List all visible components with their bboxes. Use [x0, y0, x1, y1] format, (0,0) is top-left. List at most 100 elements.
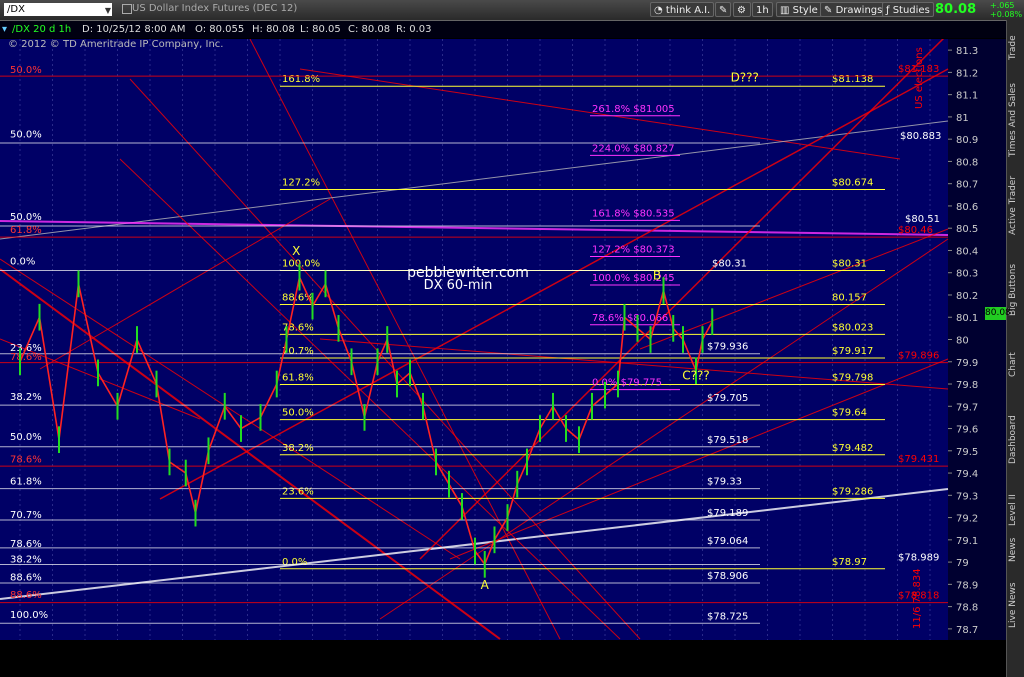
fib-yellow-price: $79.917	[832, 346, 873, 357]
studies-button[interactable]: ƒ Studies	[882, 2, 934, 17]
level-price-white: $78.906	[707, 571, 748, 582]
y-tick-label: 80.8	[956, 157, 978, 168]
fib-magenta-label: 224.0% $80.827	[592, 143, 675, 154]
fib-yellow-pct: 0.0%	[282, 557, 307, 568]
drawings-button[interactable]: ✎ Drawings	[820, 2, 887, 17]
think-ai-label: think A.I.	[665, 5, 711, 16]
fib-magenta-label: 261.8% $81.005	[592, 104, 675, 115]
fib-left-label: 61.8%	[10, 225, 42, 236]
fib-left-label: 88.6%	[10, 572, 42, 583]
checkbox-icon[interactable]	[122, 4, 132, 14]
fib-left-label: 70.7%	[10, 510, 42, 521]
fib-left-label: 100.0%	[10, 610, 48, 621]
fib-left-label: 50.0%	[10, 432, 42, 443]
sidebar-tab-trade[interactable]: Trade	[1008, 28, 1024, 68]
fib-left-label: 88.6%	[10, 590, 42, 601]
y-tick-label: 81	[956, 113, 969, 124]
y-tick-label: 79	[956, 558, 969, 569]
y-tick-label: 79.2	[956, 514, 978, 525]
wave-label: X	[292, 244, 300, 258]
y-tick-label: 78.8	[956, 603, 978, 614]
sidebar-tab-big-buttons[interactable]: Big Buttons	[1008, 250, 1024, 330]
wrench-icon[interactable]: ✎	[715, 2, 731, 17]
fib-left-label: 78.6%	[10, 454, 42, 465]
style-button[interactable]: ▥ Style	[776, 2, 822, 17]
y-tick-label: 81.3	[956, 46, 978, 57]
sidebar-tab-news[interactable]: News	[1008, 530, 1024, 570]
info-range: R: 0.03	[396, 24, 432, 35]
wave-label: A	[481, 578, 490, 592]
level-price-white: $79.33	[707, 477, 742, 488]
y-tick-label: 79.3	[956, 491, 978, 502]
fib-yellow-price: $79.798	[832, 372, 873, 383]
level-price-white: $79.518	[707, 435, 748, 446]
fib-yellow-price: $80.31	[832, 258, 867, 269]
y-tick-label: 79.5	[956, 447, 978, 458]
y-tick-label: 79.1	[956, 536, 978, 547]
sidebar-tab-live-news[interactable]: Live News	[1008, 580, 1024, 630]
level-price-white: $80.883	[900, 131, 941, 142]
sidebar-tab-dashboard[interactable]: Dashboard	[1008, 400, 1024, 480]
level-price-red: $79.896	[898, 351, 939, 362]
y-tick-label: 79.8	[956, 380, 978, 391]
fib-left-label: 61.8%	[10, 477, 42, 488]
fib-left-label: 50.0%	[10, 129, 42, 140]
fib-yellow-price: $78.97	[832, 557, 867, 568]
annotation-11-6: 11/6 78.834	[912, 568, 923, 629]
y-tick-label: 80.3	[956, 269, 978, 280]
fib-yellow-price: $80.674	[832, 177, 873, 188]
symbol-input[interactable]: /DX ▼	[4, 3, 112, 16]
y-tick-label: 80	[956, 336, 969, 347]
expand-icon[interactable]: ▾	[2, 21, 7, 38]
fib-left-label: 50.0%	[10, 212, 42, 223]
fib-magenta-label: 0.0% $79.775	[592, 378, 662, 389]
toolbar: /DX ▼ US Dollar Index Futures (DEC 12) ◔ …	[0, 0, 1024, 21]
sidebar-tab-level-ii[interactable]: Level II	[1008, 490, 1024, 530]
change-readout: +.065 +0.08%	[990, 1, 1022, 19]
style-label: Style	[792, 5, 818, 16]
fib-yellow-price: $79.286	[832, 486, 873, 497]
y-tick-label: 79.6	[956, 425, 978, 436]
sidebar-tab-times-and-sales[interactable]: Times And Sales	[1008, 80, 1024, 160]
info-date: D: 10/25/12 8:00 AM	[82, 24, 186, 35]
drawings-label: Drawings	[835, 5, 883, 16]
price-chart[interactable]: 81.3 81.2 81.1 81 80.9 80.8 80.7 80.6 80.5 80.4 80…	[0, 39, 1006, 640]
info-high: H: 80.08	[252, 24, 295, 35]
fib-left-label: 38.2%	[10, 392, 42, 403]
fib-left-label: 50.0%	[10, 65, 42, 76]
sidebar-tab-active-trader[interactable]: Active Trader	[1008, 170, 1024, 240]
think-ai-button[interactable]: ◔ think A.I.	[650, 2, 715, 17]
fib-yellow-pct: 127.2%	[282, 177, 320, 188]
last-price-tag: 80.08	[985, 307, 1011, 320]
wave-label: B	[653, 268, 661, 282]
info-low: L: 80.05	[300, 24, 341, 35]
timeframe-button[interactable]: 1h	[752, 2, 773, 17]
y-tick-label: 81.1	[956, 91, 978, 102]
info-close: C: 80.08	[348, 24, 391, 35]
sidebar-tab-chart[interactable]: Chart	[1008, 340, 1024, 390]
y-tick-label: 80.9	[956, 135, 978, 146]
level-price-white: $79.189	[707, 508, 748, 519]
settings-icon[interactable]: ⚙	[733, 2, 751, 17]
y-tick-label: 80.5	[956, 224, 978, 235]
change-pct: +0.08%	[990, 10, 1023, 19]
level-price-white: $78.989	[898, 553, 939, 564]
y-tick-label: 78.7	[956, 625, 978, 636]
fib-left-label: 38.2%	[10, 555, 42, 566]
fib-yellow-pct: 38.2%	[282, 443, 314, 454]
wave-label: D???	[731, 70, 759, 84]
y-tick-label: 80.4	[956, 246, 978, 257]
fib-yellow-price: $79.64	[832, 408, 867, 419]
chevron-down-icon[interactable]: ▼	[105, 4, 111, 17]
fib-magenta-label: 127.2% $80.373	[592, 244, 675, 255]
y-tick-label: 81.2	[956, 68, 978, 79]
series-info-bar: ▾ /DX 20 d 1h D: 10/25/12 8:00 AM O: 80.…	[0, 21, 1006, 38]
level-price-white: $80.51	[905, 214, 940, 225]
change-value: +.065	[990, 1, 1015, 10]
fib-left-label: 78.6%	[10, 539, 42, 550]
fib-yellow-pct: 50.0%	[282, 408, 314, 419]
fib-yellow-price: 80.157	[832, 293, 867, 304]
fib-left-label: 0.0%	[10, 256, 35, 267]
level-price-white: $79.064	[707, 536, 748, 547]
fib-yellow-price: $79.482	[832, 443, 873, 454]
